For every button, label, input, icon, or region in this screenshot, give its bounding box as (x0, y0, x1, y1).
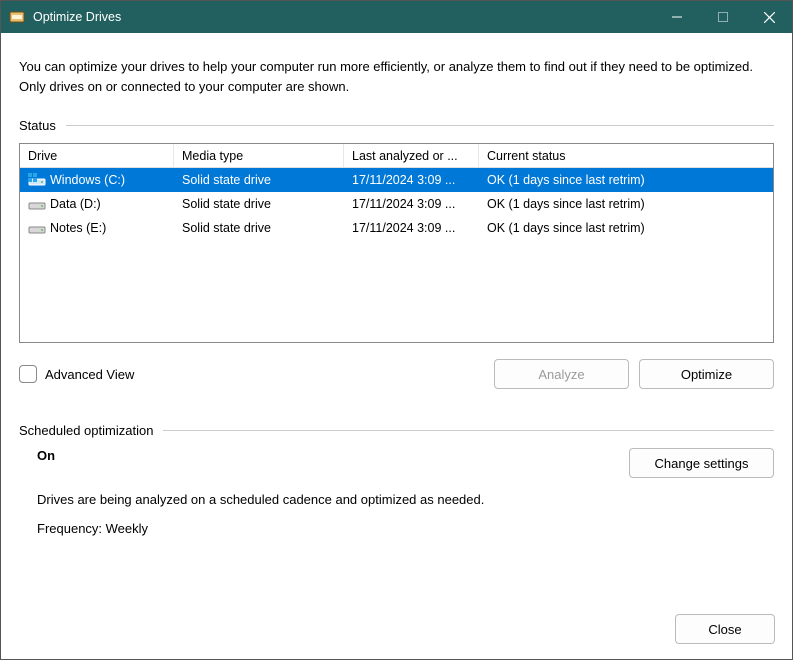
drive-icon (28, 197, 46, 211)
drive-status: OK (1 days since last retrim) (479, 197, 773, 211)
analyze-button: Analyze (494, 359, 629, 389)
change-settings-button[interactable]: Change settings (629, 448, 774, 478)
description-text: You can optimize your drives to help you… (19, 57, 774, 96)
app-icon (9, 9, 25, 25)
drive-status: OK (1 days since last retrim) (479, 173, 773, 187)
table-row[interactable]: Windows (C:) Solid state drive17/11/2024 … (20, 168, 773, 192)
close-window-button[interactable] (746, 1, 792, 33)
table-row[interactable]: Data (D:) Solid state drive17/11/2024 3:0… (20, 192, 773, 216)
drive-last-analyzed: 17/11/2024 3:09 ... (344, 173, 479, 187)
advanced-view-checkbox[interactable] (19, 365, 37, 383)
scheduled-state: On (37, 448, 55, 463)
drive-last-analyzed: 17/11/2024 3:09 ... (344, 221, 479, 235)
col-header-media[interactable]: Media type (174, 144, 344, 167)
divider (163, 430, 774, 431)
advanced-view-label: Advanced View (45, 367, 134, 382)
col-header-status[interactable]: Current status (479, 144, 773, 167)
close-button[interactable]: Close (675, 614, 775, 644)
maximize-button (700, 1, 746, 33)
drive-last-analyzed: 17/11/2024 3:09 ... (344, 197, 479, 211)
window-title: Optimize Drives (33, 10, 121, 24)
drive-name: Notes (E:) (50, 221, 106, 235)
scheduled-section-header: Scheduled optimization (19, 423, 774, 438)
drive-list[interactable]: Drive Media type Last analyzed or ... Cu… (19, 143, 774, 343)
scheduled-frequency: Frequency: Weekly (37, 521, 774, 536)
table-row[interactable]: Notes (E:) Solid state drive17/11/2024 3:… (20, 216, 773, 240)
drive-media: Solid state drive (174, 197, 344, 211)
drive-icon (28, 173, 46, 187)
drive-media: Solid state drive (174, 221, 344, 235)
col-header-drive[interactable]: Drive (20, 144, 174, 167)
drive-status: OK (1 days since last retrim) (479, 221, 773, 235)
status-section-header: Status (19, 118, 774, 133)
drive-name: Data (D:) (50, 197, 101, 211)
title-bar: Optimize Drives (1, 1, 792, 33)
drive-icon (28, 221, 46, 235)
drive-name: Windows (C:) (50, 173, 125, 187)
minimize-button[interactable] (654, 1, 700, 33)
divider (66, 125, 774, 126)
list-header[interactable]: Drive Media type Last analyzed or ... Cu… (20, 144, 773, 168)
scheduled-description: Drives are being analyzed on a scheduled… (37, 492, 774, 507)
status-label: Status (19, 118, 56, 133)
scheduled-label: Scheduled optimization (19, 423, 153, 438)
drive-media: Solid state drive (174, 173, 344, 187)
optimize-button[interactable]: Optimize (639, 359, 774, 389)
col-header-last[interactable]: Last analyzed or ... (344, 144, 479, 167)
